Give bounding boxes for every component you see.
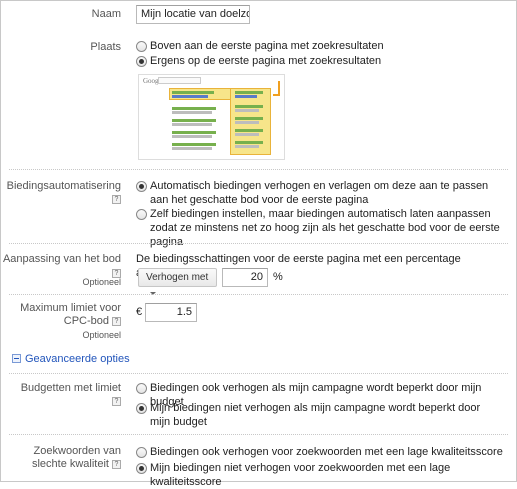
adjustment-direction-dropdown[interactable]: Verhogen met [138,268,217,295]
help-icon[interactable]: ? [112,397,121,406]
quality-raise-label[interactable]: Biedingen ook verhogen voor zoekwoorden … [150,445,506,459]
help-icon[interactable]: ? [112,317,121,326]
max-limit-optional: Optioneel [82,330,121,340]
quality-label-line1: Zoekwoorden van [33,445,121,457]
place-label: Plaats [90,41,121,53]
adjustment-label-text: Aanpassing van het bod [2,253,121,265]
name-input[interactable]: Mijn locatie van doelzoekp [136,5,250,24]
adjustment-direction-value: Verhogen met [146,272,209,283]
result-line-grey [172,123,212,126]
budget-no-raise-radio[interactable] [136,403,147,414]
quality-no-raise-label[interactable]: Mijn biedingen niet verhogen voor zoekwo… [150,461,506,489]
ad-line-grey [235,145,259,148]
result-line-grey [172,111,212,114]
place-option-anywhere-label[interactable]: Ergens op de eerste pagina met zoekresul… [150,54,506,68]
ad-line-blue [172,95,208,98]
divider [9,294,508,295]
adjustment-label: Aanpassing van het bod? [1,252,121,280]
callout-arrow-stem [278,81,280,95]
divider [9,243,508,244]
quality-label-line2-text: slechte kwaliteit [31,458,109,470]
max-cpc-input[interactable]: 1.5 [145,303,197,322]
automation-auto-radio[interactable] [136,181,147,192]
ad-line-grey [235,109,259,112]
ad-line-green [235,117,263,120]
advanced-options-toggle[interactable]: Geavanceerde opties [12,353,130,365]
callout-arrow-bar [273,94,280,96]
ad-line-green [235,91,263,94]
place-option-top-label[interactable]: Boven aan de eerste pagina met zoekresul… [150,39,506,53]
ad-line-green [172,91,214,94]
max-limit-label-line1: Maximum limiet voor [20,302,121,314]
search-results-preview: Google [138,74,285,160]
automation-manual-radio[interactable] [136,209,147,220]
bid-strategy-form: Naam Mijn locatie van doelzoekp Plaats B… [0,0,517,488]
name-label: Naam [91,8,121,20]
divider [9,169,508,170]
divider [9,434,508,435]
result-line-green [172,143,216,146]
help-icon[interactable]: ? [112,460,121,469]
ad-line-grey [235,133,259,136]
ad-line-grey [235,121,259,124]
divider [9,373,508,374]
max-limit-label-line2: CPC-bod? [64,314,121,328]
budget-no-raise-label[interactable]: Mijn biedingen niet verhogen als mijn ca… [150,401,481,429]
adjustment-percent-input[interactable]: 20 [222,268,268,287]
budget-raise-radio[interactable] [136,383,147,394]
result-line-green [172,119,216,122]
collapse-icon [12,354,21,363]
place-option-top-radio[interactable] [136,41,147,52]
adjustment-optional: Optioneel [82,277,121,287]
ad-line-green [235,105,263,108]
result-line-grey [172,147,212,150]
advanced-options-label: Geavanceerde opties [25,353,130,365]
help-icon[interactable]: ? [112,195,121,204]
automation-help-wrap: ? [109,192,121,206]
budget-help-wrap: ? [109,394,121,408]
result-line-grey [172,135,212,138]
percent-unit: % [273,271,283,283]
budget-label: Budgetten met limiet [20,382,121,394]
search-box-illustration [158,77,201,84]
max-limit-label-line2-text: CPC-bod [63,315,109,327]
quality-no-raise-radio[interactable] [136,463,147,474]
ad-line-blue [235,95,257,98]
result-line-green [172,107,216,110]
automation-auto-label[interactable]: Automatisch biedingen verhogen en verlag… [150,179,506,207]
result-line-green [172,131,216,134]
ad-line-green [235,129,263,132]
quality-label-line2: slechte kwaliteit? [32,457,121,471]
quality-raise-radio[interactable] [136,447,147,458]
automation-label: Biedingsautomatisering [6,180,121,192]
place-option-anywhere-radio[interactable] [136,56,147,67]
ad-line-green [235,141,263,144]
